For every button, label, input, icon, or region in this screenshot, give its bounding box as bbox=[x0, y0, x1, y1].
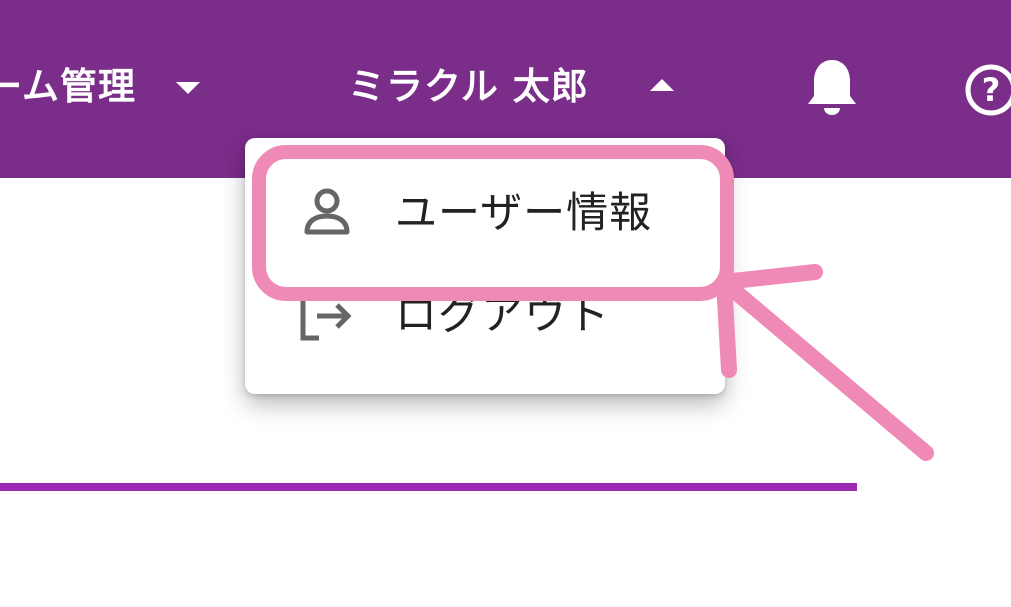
menu-item-logout-label: ログアウト bbox=[395, 290, 611, 339]
logout-icon bbox=[300, 291, 352, 341]
notification-bell-icon[interactable] bbox=[804, 56, 860, 120]
help-icon[interactable]: ? bbox=[963, 62, 1011, 118]
user-dropdown-menu: ユーザー情報 ログアウト bbox=[245, 138, 725, 394]
menu-item-user-info[interactable]: ユーザー情報 bbox=[245, 166, 725, 262]
chevron-up-icon[interactable] bbox=[650, 79, 674, 91]
svg-text:?: ? bbox=[982, 71, 1001, 109]
system-management-menu-label[interactable]: ーム管理 bbox=[0, 65, 136, 109]
menu-item-user-info-label: ユーザー情報 bbox=[395, 188, 653, 237]
user-menu-label[interactable]: ミラクル 太郎 bbox=[348, 65, 589, 109]
person-icon bbox=[304, 188, 350, 235]
section-divider bbox=[0, 483, 857, 491]
menu-item-logout[interactable]: ログアウト bbox=[245, 268, 725, 364]
chevron-down-icon[interactable] bbox=[176, 82, 200, 94]
